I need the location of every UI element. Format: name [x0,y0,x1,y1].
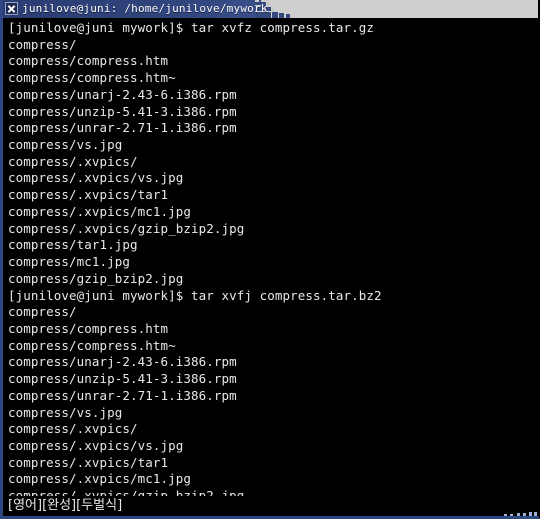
terminal-line: compress/unzip-5.41-3.i386.rpm [8,371,237,387]
terminal-line: compress/compress.htm~ [8,337,176,353]
terminal-line: compress/compress.htm [8,320,169,336]
terminal-line: compress/ [8,36,77,52]
titlebar-pixel-block [271,7,275,12]
terminal-line: compress/.xvpics/vs.jpg [8,437,184,453]
terminal-line: compress/compress.htm [8,53,169,69]
terminal-line: compress/unrar-2.71-1.i386.rpm [8,387,237,403]
terminal-line: compress/.xvpics/vs.jpg [8,170,184,186]
terminal-line: compress/tar1.jpg [8,237,138,253]
terminal-line: compress/.xvpics/gzip_bzip2.jpg [8,220,245,236]
resize-grip[interactable] [503,512,537,516]
terminal-line: compress/.xvpics/mc1.jpg [8,203,192,219]
terminal-screen[interactable]: [junilove@juni mywork]$ tar xvfz compres… [3,18,538,496]
terminal-line: compress/unzip-5.41-3.i386.rpm [8,103,237,119]
terminal-line: compress/unarj-2.43-6.i386.rpm [8,354,237,370]
terminal-window: junilove@juni: /home/junilove/mywork [ju… [0,0,540,519]
terminal-line: compress/.xvpics/tar1 [8,187,169,203]
terminal-line: compress/vs.jpg [8,404,123,420]
terminal-line: [junilove@juni mywork]$ tar xvfz compres… [8,20,375,35]
close-icon[interactable] [5,2,18,15]
terminal-line: compress/.xvpics/ [8,421,138,437]
terminal-output: [junilove@juni mywork]$ tar xvfz compres… [8,20,538,496]
terminal-line: compress/.xvpics/gzip_bzip2.jpg [8,488,245,496]
ime-status-text: [영어][완성][두벌식] [8,498,123,513]
terminal-line: [junilove@juni mywork]$ tar xvfj compres… [8,287,382,303]
ime-status-bar: [영어][완성][두벌식] [3,496,538,516]
window-title: junilove@juni: /home/junilove/mywork [22,2,268,15]
terminal-line: compress/unrar-2.71-1.i386.rpm [8,120,237,136]
terminal-line: compress/.xvpics/tar1 [8,454,169,470]
terminal-line: compress/.xvpics/ [8,153,138,169]
terminal-line: compress/compress.htm~ [8,70,176,86]
terminal-line: compress/vs.jpg [8,137,123,153]
terminal-line: compress/gzip_bzip2.jpg [8,270,184,286]
terminal-line: compress/mc1.jpg [8,254,131,270]
terminal-line: compress/ [8,304,77,320]
terminal-line: compress/unarj-2.43-6.i386.rpm [8,86,237,102]
terminal-line: compress/.xvpics/mc1.jpg [8,471,192,487]
window-titlebar[interactable]: junilove@juni: /home/junilove/mywork [3,0,538,18]
